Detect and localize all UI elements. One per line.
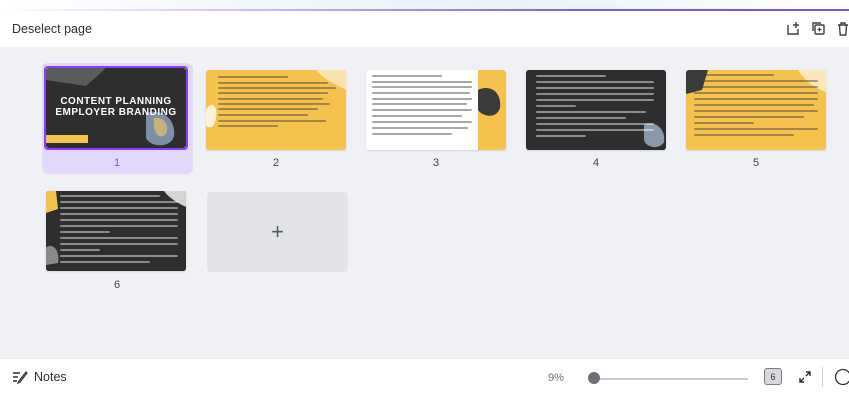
zoom-percentage: 9%	[548, 372, 564, 384]
add-page-icon[interactable]	[784, 20, 802, 38]
grid-view-header: Deselect page	[0, 11, 849, 47]
page-count-button[interactable]: 6	[764, 368, 782, 385]
page-thumbnail-4[interactable]	[526, 70, 666, 150]
page-thumbnail-6[interactable]	[46, 191, 186, 271]
footer-divider	[822, 367, 823, 387]
footer-bar: Notes 9% 6	[0, 358, 849, 393]
page-number-4: 4	[576, 157, 616, 169]
deselect-page-button[interactable]: Deselect page	[12, 22, 92, 36]
page-number-5: 5	[736, 157, 776, 169]
notes-button[interactable]: Notes	[34, 370, 67, 384]
page-thumbnail-2[interactable]	[206, 70, 346, 150]
page-number-3: 3	[416, 157, 456, 169]
duplicate-page-icon[interactable]	[810, 20, 828, 38]
add-page-button[interactable]: +	[207, 192, 348, 272]
fullscreen-icon[interactable]	[798, 370, 812, 389]
page-number-2: 2	[256, 157, 296, 169]
zoom-slider-track[interactable]	[590, 378, 748, 380]
page-number-1: 1	[97, 157, 137, 169]
page-number-6: 6	[97, 279, 137, 291]
notes-icon[interactable]	[12, 370, 28, 389]
page-thumbnail-5[interactable]	[686, 70, 826, 150]
zoom-slider-knob[interactable]	[588, 372, 600, 384]
delete-page-icon[interactable]	[834, 20, 849, 38]
help-icon[interactable]	[834, 368, 849, 391]
selected-page-border	[44, 66, 188, 150]
page-thumbnail-3[interactable]	[366, 70, 506, 150]
